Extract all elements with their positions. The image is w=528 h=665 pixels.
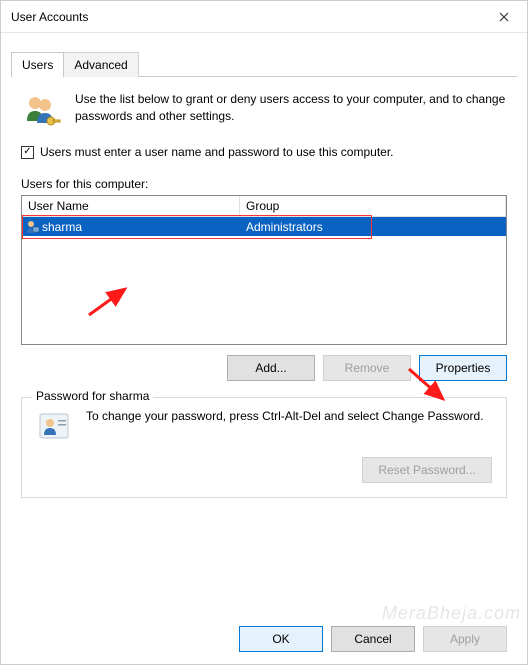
cancel-button[interactable]: Cancel [331,626,415,652]
intro-text: Use the list below to grant or deny user… [75,91,507,131]
user-accounts-window: User Accounts UsersAdvanced Use the list… [0,0,528,665]
list-buttons: Add... Remove Properties [21,355,507,381]
row-group: Administrators [240,220,506,234]
reset-password-button: Reset Password... [362,457,492,483]
table-row[interactable]: sharma Administrators [22,217,506,236]
apply-button: Apply [423,626,507,652]
user-badge-icon [36,408,72,447]
titlebar: User Accounts [1,1,527,33]
close-button[interactable] [481,1,527,33]
password-legend: Password for sharma [32,389,153,403]
users-list-label: Users for this computer: [21,177,507,191]
users-listbox[interactable]: User Name Group sharma Administrators [21,195,507,345]
ok-button[interactable]: OK [239,626,323,652]
user-icon [26,220,40,234]
add-button[interactable]: Add... [227,355,315,381]
require-login-checkbox[interactable]: ✓ Users must enter a user name and passw… [21,145,507,159]
row-username: sharma [42,220,82,234]
properties-button[interactable]: Properties [419,355,507,381]
tab-users[interactable]: Users [11,52,64,77]
tab-strip: UsersAdvanced [11,51,517,77]
intro-row: Use the list below to grant or deny user… [21,91,507,131]
tab-advanced[interactable]: Advanced [63,52,138,77]
close-icon [499,12,509,22]
list-header: User Name Group [22,196,506,217]
password-fieldset: Password for sharma To change your passw… [21,397,507,498]
checkmark-icon: ✓ [21,146,34,159]
tab-content: Use the list below to grant or deny user… [1,77,527,510]
require-login-label: Users must enter a user name and passwor… [40,145,394,159]
window-title: User Accounts [11,10,88,24]
column-group[interactable]: Group [240,196,506,217]
watermark-text: MeraBheja.com [382,603,521,624]
password-instructions: To change your password, press Ctrl-Alt-… [86,408,484,447]
remove-button: Remove [323,355,411,381]
dialog-buttons: OK Cancel Apply [239,626,507,652]
column-username[interactable]: User Name [22,196,240,217]
users-keys-icon [21,91,61,131]
